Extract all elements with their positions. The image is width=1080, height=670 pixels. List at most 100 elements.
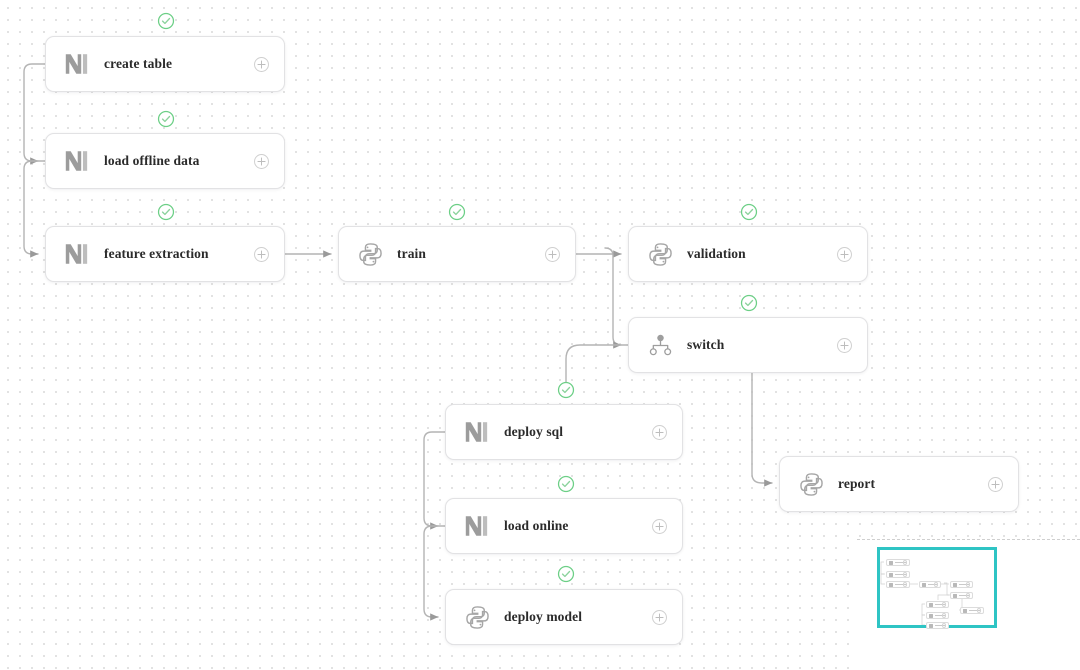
add-node-button[interactable] — [253, 246, 270, 263]
node-feature_extraction[interactable]: feature extraction — [45, 226, 285, 282]
edge-create-table-to-load-offline — [23, 63, 46, 165]
sql-table-icon — [465, 516, 488, 536]
node-deploy_sql[interactable]: deploy sql — [445, 404, 683, 460]
add-node-icon[interactable] — [544, 246, 561, 263]
minimap-node-add-icon — [902, 582, 907, 587]
node-label: feature extraction — [104, 246, 209, 261]
add-node-button[interactable] — [253, 153, 270, 170]
node-label: train — [397, 246, 426, 261]
minimap-node-icon — [889, 572, 893, 577]
minimap-node-add-icon — [941, 602, 946, 607]
python-icon — [462, 602, 492, 632]
edge-train-to-switch — [604, 247, 622, 349]
add-node-button[interactable] — [987, 476, 1004, 493]
sql-table-icon — [62, 146, 92, 176]
status-check-icon — [740, 294, 758, 312]
minimap-node-add-icon — [941, 623, 946, 628]
sql-table-icon — [462, 511, 492, 541]
sql-table-icon — [65, 244, 88, 264]
minimap-panel[interactable] — [857, 539, 1080, 670]
minimap-node-icon — [929, 623, 933, 628]
add-node-button[interactable] — [836, 246, 853, 263]
add-node-icon[interactable] — [651, 518, 668, 535]
add-node-icon[interactable] — [651, 609, 668, 626]
minimap-node-load_offline_data — [886, 571, 910, 578]
python-icon — [465, 605, 489, 629]
node-label: load offline data — [104, 153, 200, 168]
add-node-icon[interactable] — [987, 476, 1004, 493]
add-node-icon[interactable] — [651, 424, 668, 441]
minimap-node-deploy_sql — [926, 601, 949, 608]
add-node-icon[interactable] — [836, 246, 853, 263]
edge-deploy-sql-to-load-online — [423, 431, 446, 530]
add-node-button[interactable] — [651, 518, 668, 535]
node-create_table[interactable]: create table — [45, 36, 285, 92]
add-node-icon[interactable] — [836, 337, 853, 354]
edge-switch-to-report — [751, 372, 773, 487]
status-check-icon — [157, 110, 175, 128]
node-label: deploy model — [504, 609, 583, 624]
minimap-node-report — [960, 607, 984, 614]
add-node-icon[interactable] — [253, 56, 270, 73]
status-badge-switch — [740, 294, 758, 312]
minimap-node-icon — [889, 560, 893, 565]
edge-load-offline-to-feature-extraction — [23, 160, 46, 258]
status-check-icon — [557, 475, 575, 493]
add-node-button[interactable] — [544, 246, 561, 263]
minimap-node-icon — [953, 582, 957, 587]
node-train[interactable]: train — [338, 226, 576, 282]
status-badge-create_table — [157, 12, 175, 30]
minimap-node-train — [919, 581, 941, 588]
node-label: load online — [504, 518, 569, 533]
minimap-node-add-icon — [965, 582, 970, 587]
sql-table-icon — [62, 239, 92, 269]
sql-table-icon — [62, 49, 92, 79]
python-icon — [355, 239, 385, 269]
minimap-node-validation — [950, 581, 973, 588]
minimap-node-deploy_model — [926, 622, 949, 629]
status-check-icon — [448, 203, 466, 221]
node-label: create table — [104, 56, 173, 71]
python-icon — [796, 469, 826, 499]
switch-branch-icon — [649, 334, 671, 355]
minimap-node-load_online — [926, 612, 949, 619]
python-icon — [799, 472, 823, 496]
workflow-canvas[interactable]: create table load offline data feature ext… — [0, 0, 1080, 670]
sql-table-icon — [65, 54, 88, 74]
node-label: switch — [687, 337, 725, 352]
status-badge-train — [448, 203, 466, 221]
node-validation[interactable]: validation — [628, 226, 868, 282]
status-check-icon — [557, 565, 575, 583]
node-label: validation — [687, 246, 746, 261]
status-badge-load_online — [557, 475, 575, 493]
minimap-node-icon — [963, 608, 967, 613]
edge-load-online-to-deploy-model — [423, 525, 446, 621]
node-label: deploy sql — [504, 424, 564, 439]
node-switch[interactable]: switch — [628, 317, 868, 373]
add-node-button[interactable] — [651, 609, 668, 626]
status-check-icon — [157, 12, 175, 30]
node-deploy_model[interactable]: deploy model — [445, 589, 683, 645]
add-node-button[interactable] — [836, 337, 853, 354]
edge-switch-to-deploy-sql — [562, 344, 629, 398]
minimap-node-icon — [929, 602, 933, 607]
sql-table-icon — [65, 151, 88, 171]
add-node-icon[interactable] — [253, 246, 270, 263]
minimap-node-add-icon — [965, 593, 970, 598]
node-load_online[interactable]: load online — [445, 498, 683, 554]
minimap-node-add-icon — [933, 582, 938, 587]
add-node-button[interactable] — [651, 424, 668, 441]
node-label: report — [838, 476, 876, 491]
status-check-icon — [557, 381, 575, 399]
status-badge-load_offline_data — [157, 110, 175, 128]
node-report[interactable]: report — [779, 456, 1019, 512]
node-load_offline_data[interactable]: load offline data — [45, 133, 285, 189]
status-check-icon — [740, 203, 758, 221]
add-node-icon[interactable] — [253, 153, 270, 170]
status-check-icon — [157, 203, 175, 221]
python-icon — [645, 239, 675, 269]
minimap-node-add-icon — [976, 608, 981, 613]
sql-table-icon — [465, 422, 488, 442]
add-node-button[interactable] — [253, 56, 270, 73]
python-icon — [648, 242, 672, 266]
